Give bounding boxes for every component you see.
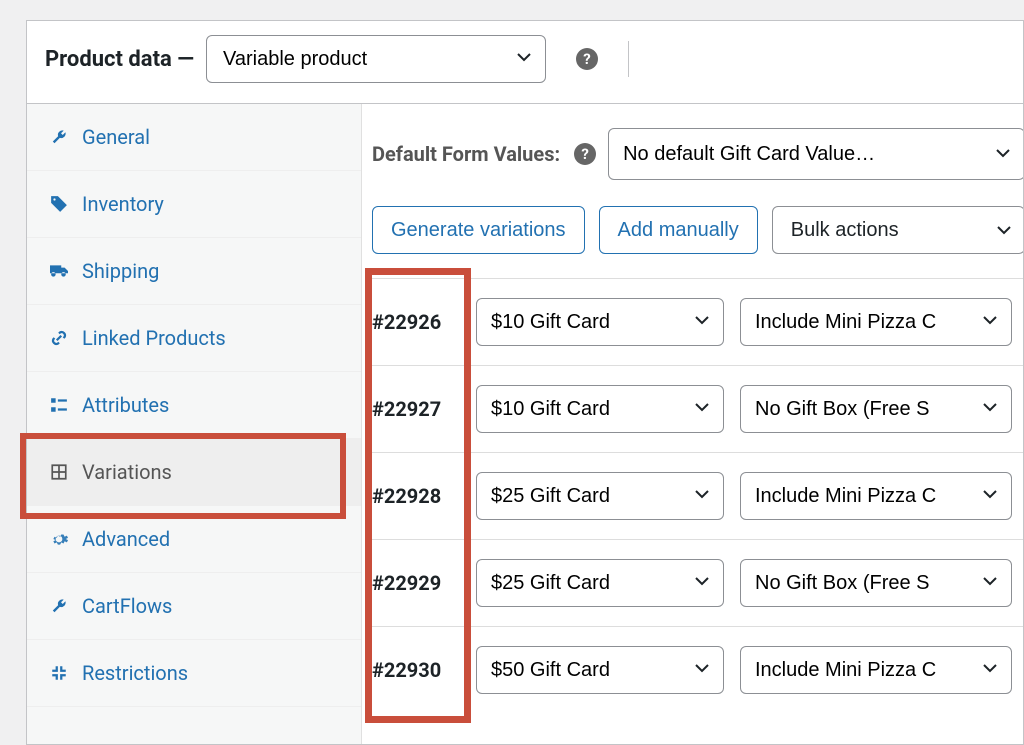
variation-box-select[interactable]: Include Mini Pizza C <box>740 298 1012 346</box>
generate-variations-button[interactable]: Generate variations <box>372 206 585 254</box>
default-form-select[interactable]: No default Gift Card Value… <box>608 128 1023 180</box>
variation-id: #22928 <box>372 484 460 508</box>
sidebar-item-general[interactable]: General <box>27 104 361 171</box>
help-icon[interactable]: ? <box>576 48 598 70</box>
tag-icon <box>49 194 69 214</box>
variation-row[interactable]: #22926 $10 Gift Card Include Mini Pizza … <box>372 278 1023 365</box>
sidebar-item-variations[interactable]: Variations <box>27 439 361 506</box>
variation-value-select[interactable]: $25 Gift Card <box>476 559 724 607</box>
sidebar-item-linked-products[interactable]: Linked Products <box>27 305 361 372</box>
action-buttons-row: Generate variations Add manually Bulk ac… <box>362 206 1023 278</box>
sidebar-item-attributes[interactable]: Attributes <box>27 372 361 439</box>
panel-header: Product data — Variable product ? <box>27 21 1023 104</box>
sidebar: General Inventory Shipping Linked Produc… <box>27 104 362 744</box>
sidebar-item-label: General <box>82 125 150 149</box>
sidebar-item-label: Linked Products <box>82 326 226 350</box>
sidebar-item-cartflows[interactable]: CartFlows <box>27 573 361 640</box>
default-form-values-row: Default Form Values: ? No default Gift C… <box>362 128 1023 206</box>
sidebar-item-label: Inventory <box>82 192 164 216</box>
divider <box>628 41 629 77</box>
sidebar-item-advanced[interactable]: Advanced <box>27 506 361 573</box>
variation-value-select[interactable]: $25 Gift Card <box>476 472 724 520</box>
variation-value-select[interactable]: $50 Gift Card <box>476 646 724 694</box>
sidebar-item-inventory[interactable]: Inventory <box>27 171 361 238</box>
sidebar-item-label: Shipping <box>82 259 159 283</box>
variation-row[interactable]: #22927 $10 Gift Card No Gift Box (Free S <box>372 365 1023 452</box>
grid-icon <box>49 462 69 482</box>
variation-box-select[interactable]: Include Mini Pizza C <box>740 472 1012 520</box>
variation-box-select[interactable]: Include Mini Pizza C <box>740 646 1012 694</box>
variation-value-select[interactable]: $10 Gift Card <box>476 385 724 433</box>
sidebar-item-label: Attributes <box>82 393 169 417</box>
sidebar-item-restrictions[interactable]: Restrictions <box>27 640 361 707</box>
panel-title: Product data — <box>45 47 194 72</box>
variation-row[interactable]: #22930 $50 Gift Card Include Mini Pizza … <box>372 626 1023 713</box>
default-form-label: Default Form Values: <box>372 142 560 166</box>
variation-box-select[interactable]: No Gift Box (Free S <box>740 559 1012 607</box>
bulk-actions-select[interactable]: Bulk actions <box>772 206 1023 254</box>
link-icon <box>49 328 69 348</box>
variation-row[interactable]: #22928 $25 Gift Card Include Mini Pizza … <box>372 452 1023 539</box>
truck-icon <box>49 261 69 281</box>
variation-id: #22929 <box>372 571 460 595</box>
variations-list: #22926 $10 Gift Card Include Mini Pizza … <box>362 278 1023 713</box>
sidebar-item-label: Advanced <box>82 527 170 551</box>
variation-box-select[interactable]: No Gift Box (Free S <box>740 385 1012 433</box>
variation-id: #22926 <box>372 310 460 334</box>
sidebar-item-label: CartFlows <box>82 594 172 618</box>
panel-body: General Inventory Shipping Linked Produc… <box>27 104 1023 744</box>
product-type-select[interactable]: Variable product <box>206 35 546 83</box>
sidebar-item-label: Variations <box>82 460 172 484</box>
add-manually-button[interactable]: Add manually <box>599 206 758 254</box>
chevron-down-icon <box>996 222 1012 238</box>
wrench-icon <box>49 127 69 147</box>
sidebar-item-label: Restrictions <box>82 661 188 685</box>
bulk-actions-label: Bulk actions <box>791 219 899 242</box>
variation-row[interactable]: #22929 $25 Gift Card No Gift Box (Free S <box>372 539 1023 626</box>
main-content: Default Form Values: ? No default Gift C… <box>362 104 1023 744</box>
compress-icon <box>49 663 69 683</box>
gear-icon <box>49 529 69 549</box>
list-icon <box>49 395 69 415</box>
variation-value-select[interactable]: $10 Gift Card <box>476 298 724 346</box>
product-data-panel: Product data — Variable product ? Genera… <box>26 20 1024 745</box>
wrench-icon <box>49 596 69 616</box>
help-icon[interactable]: ? <box>574 143 596 165</box>
sidebar-item-shipping[interactable]: Shipping <box>27 238 361 305</box>
variation-id: #22927 <box>372 397 460 421</box>
variation-id: #22930 <box>372 658 460 682</box>
